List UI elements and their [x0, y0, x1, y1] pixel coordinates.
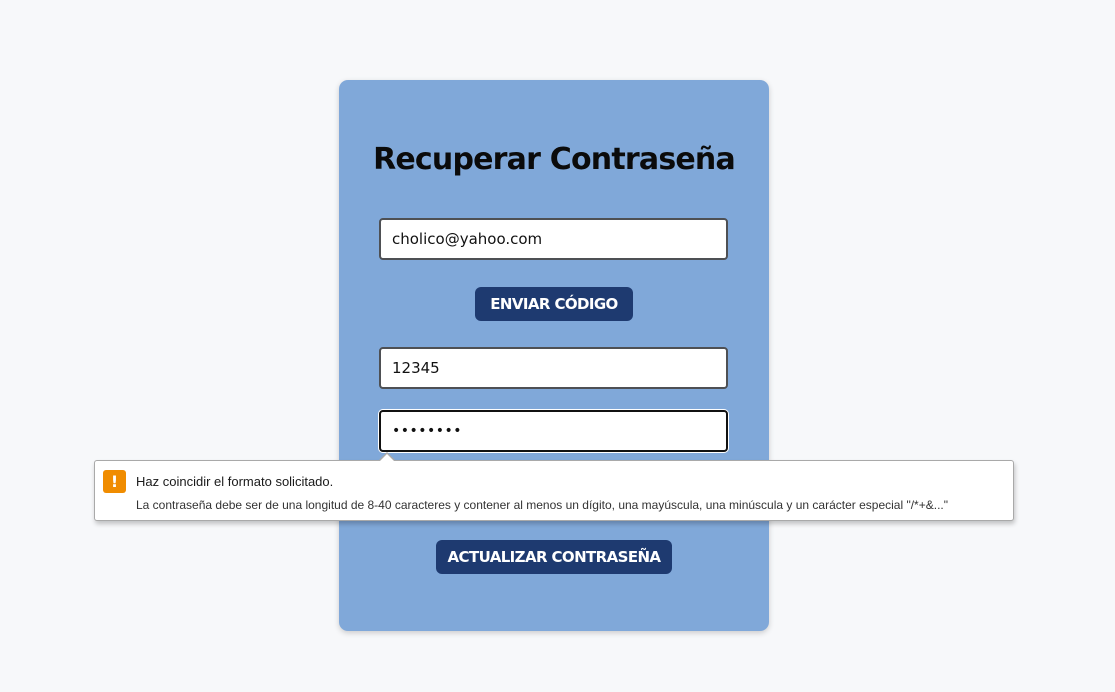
code-field[interactable]: 12345 — [379, 347, 728, 389]
page-title: Recuperar Contraseña — [373, 142, 736, 177]
validation-tooltip: ! Haz coincidir el formato solicitado. L… — [94, 452, 1014, 521]
warning-icon: ! — [103, 470, 126, 493]
validation-title: Haz coincidir el formato solicitado. — [136, 474, 334, 489]
update-password-button[interactable]: ACTUALIZAR CONTRASEÑA — [436, 540, 672, 574]
email-field[interactable]: cholico@yahoo.com — [379, 218, 728, 260]
new-password-field[interactable]: •••••••• — [379, 410, 728, 452]
send-code-button[interactable]: ENVIAR CÓDIGO — [475, 287, 633, 321]
tooltip-arrow-fill — [379, 454, 395, 462]
validation-message: La contraseña debe ser de una longitud d… — [136, 498, 949, 512]
recovery-card: Recuperar Contraseña cholico@yahoo.com E… — [339, 80, 769, 631]
